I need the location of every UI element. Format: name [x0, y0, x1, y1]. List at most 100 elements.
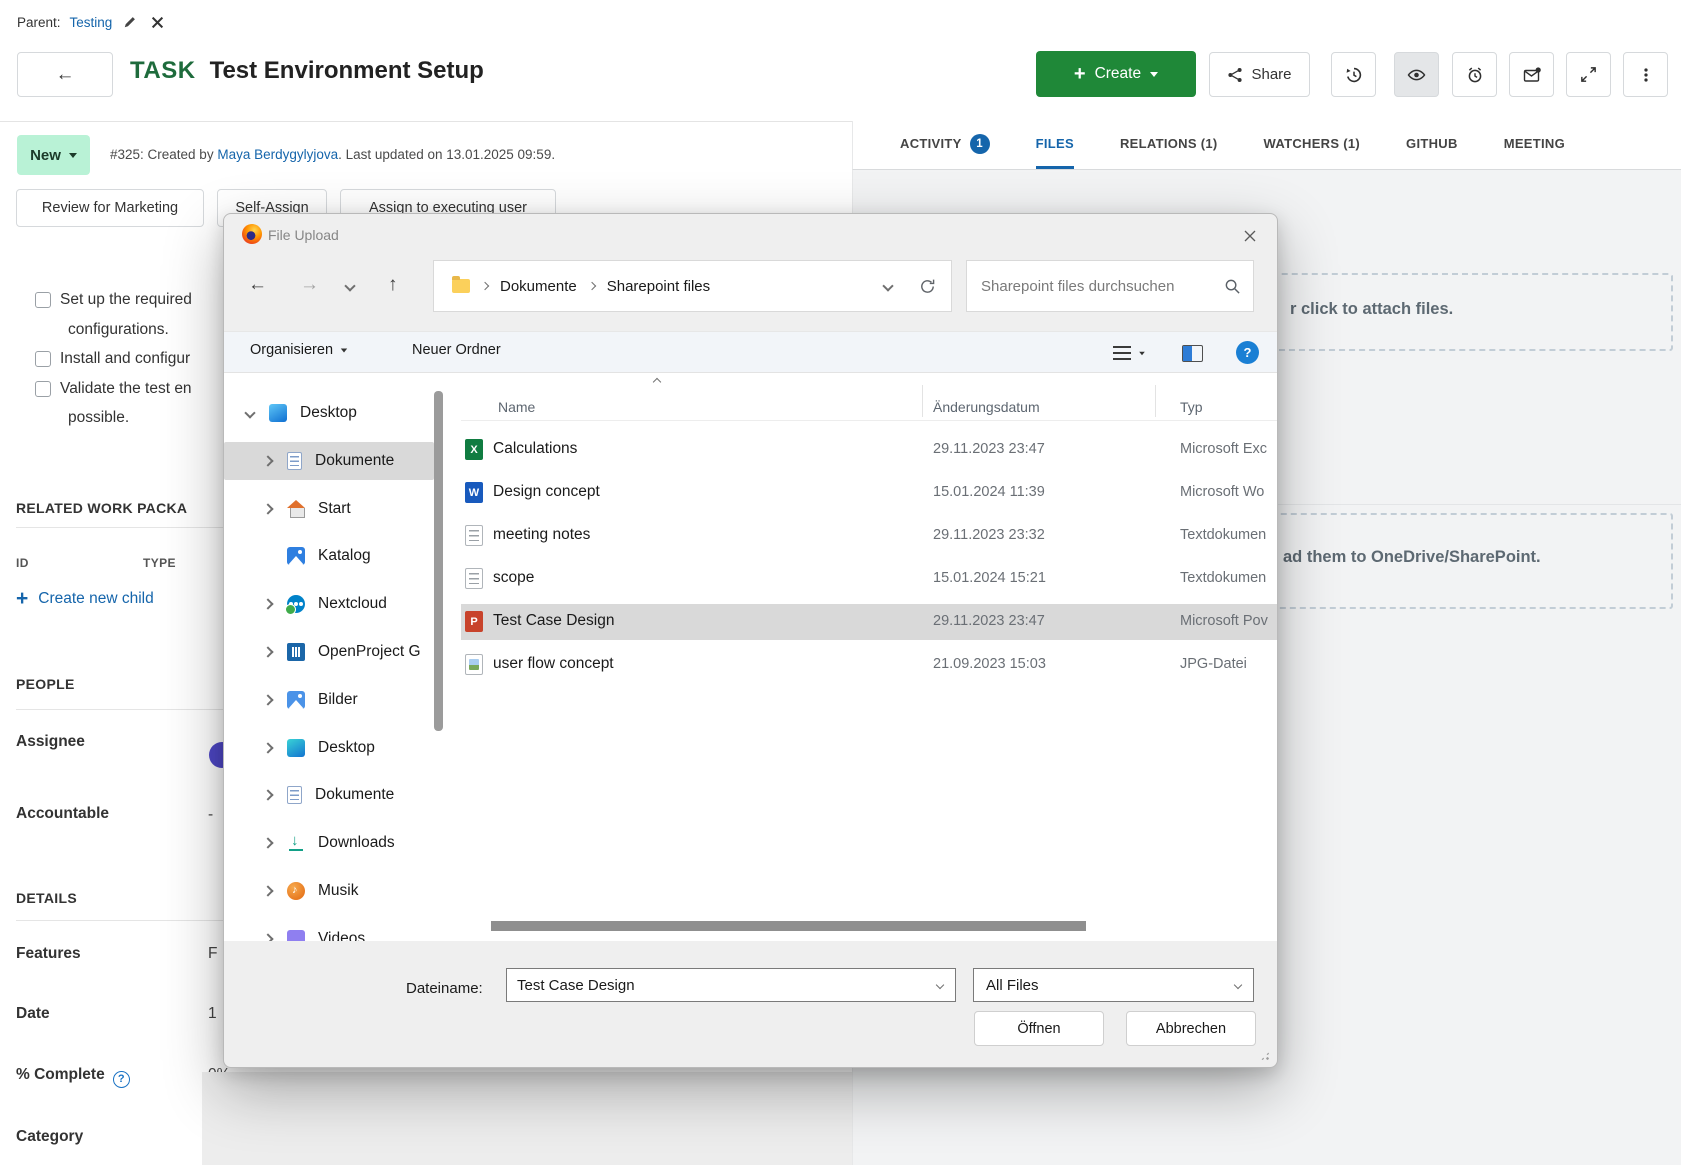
tree-item[interactable]: Nextcloud [224, 585, 434, 623]
remove-parent-icon[interactable] [148, 13, 166, 31]
address-dropdown-chevron[interactable] [882, 280, 893, 291]
author-link[interactable]: Maya Berdygylyjova [217, 147, 338, 162]
file-row[interactable]: scope 15.01.2024 15:21 Textdokumen [461, 561, 1278, 597]
column-divider[interactable] [1155, 385, 1156, 417]
tree-chevron-icon[interactable] [244, 407, 255, 418]
tree-item[interactable]: Dokumente [224, 442, 434, 480]
tab[interactable]: WATCHERS (1) [1264, 121, 1361, 169]
tree-item[interactable]: Dokumente [224, 776, 434, 814]
column-divider[interactable] [922, 385, 923, 417]
reminder-button[interactable] [1452, 52, 1497, 97]
file-row[interactable]: X Calculations 29.11.2023 23:47 Microsof… [461, 432, 1278, 468]
detail-value[interactable]: 1 [208, 1005, 217, 1023]
help-icon[interactable]: ? [113, 1071, 130, 1088]
tree-chevron-icon[interactable] [262, 646, 273, 657]
filename-input[interactable] [507, 977, 937, 994]
status-badge[interactable]: New [17, 135, 90, 175]
create-button[interactable]: + Create [1036, 51, 1196, 97]
tree-item[interactable]: Desktop [224, 394, 434, 432]
tab-bar: ACTIVITY 1 FILES RELATIONS (1) WATCHERS … [852, 121, 1681, 170]
tree-chevron-icon[interactable] [262, 837, 273, 848]
tree-chevron-icon[interactable] [262, 933, 273, 941]
tree-item[interactable]: Videos [224, 920, 434, 941]
tab[interactable]: MEETING [1504, 121, 1565, 169]
tab[interactable]: RELATIONS (1) [1120, 121, 1218, 169]
more-menu-button[interactable] [1623, 52, 1668, 97]
tree-item-icon [287, 691, 305, 709]
tree-item[interactable]: Start [224, 490, 434, 528]
back-button[interactable]: ← [17, 52, 113, 97]
tree-item[interactable]: Katalog [224, 537, 434, 575]
tree-item-icon [287, 547, 305, 565]
expand-icon [1579, 65, 1598, 84]
parent-link[interactable]: Testing [70, 15, 113, 30]
tab[interactable]: GITHUB [1406, 121, 1458, 169]
tree-chevron-icon[interactable] [262, 598, 273, 609]
watch-button[interactable] [1394, 52, 1439, 97]
activity-history-button[interactable] [1331, 52, 1376, 97]
organize-button[interactable]: Organisieren [250, 342, 348, 358]
filetype-select[interactable]: All Files [973, 968, 1254, 1002]
new-folder-button[interactable]: Neuer Ordner [412, 342, 501, 358]
file-row[interactable]: W Design concept 15.01.2024 11:39 Micros… [461, 475, 1278, 511]
tree-chevron-icon[interactable] [262, 885, 273, 896]
tab[interactable]: ACTIVITY 1 [900, 121, 990, 169]
checkbox[interactable] [35, 292, 51, 308]
tree-item[interactable]: Bilder [224, 681, 434, 719]
tree-chevron-icon[interactable] [262, 742, 273, 753]
tree-chevron-icon[interactable] [262, 503, 273, 514]
file-row[interactable]: user flow concept 21.09.2023 15:03 JPG-D… [461, 647, 1278, 683]
file-row[interactable]: meeting notes 29.11.2023 23:32 Textdokum… [461, 518, 1278, 554]
nav-up-button[interactable]: ↑ [388, 274, 398, 297]
tab[interactable]: FILES [1036, 121, 1074, 169]
file-type-icon [465, 525, 483, 546]
search-field[interactable] [966, 260, 1254, 312]
open-button[interactable]: Öffnen [974, 1011, 1104, 1046]
breadcrumb-sharepoint-files[interactable]: Sharepoint files [607, 278, 710, 295]
chevron-down-icon [341, 348, 347, 352]
breadcrumb-dokumente[interactable]: Dokumente [500, 278, 577, 295]
search-input[interactable] [981, 278, 1224, 295]
fullscreen-button[interactable] [1566, 52, 1611, 97]
nav-forward-button[interactable]: → [300, 274, 319, 297]
create-child-link[interactable]: + Create new child [16, 588, 154, 609]
address-bar[interactable]: Dokumente Sharepoint files [433, 260, 952, 312]
file-row[interactable]: P Test Case Design 29.11.2023 23:47 Micr… [461, 604, 1278, 640]
tree-item-label: Bilder [318, 691, 358, 709]
share-button[interactable]: Share [1209, 52, 1310, 97]
sort-ascending-icon [653, 378, 661, 386]
accountable-value[interactable]: - [208, 806, 213, 824]
column-header-type[interactable]: Typ [1180, 399, 1203, 415]
workflow-action-button[interactable]: Review for Marketing [16, 189, 204, 227]
preview-pane-button[interactable] [1182, 345, 1203, 362]
edit-parent-icon[interactable] [121, 13, 139, 31]
tree-item[interactable]: Downloads [224, 824, 434, 862]
column-header-name[interactable]: Name [498, 399, 535, 415]
notification-settings-button[interactable] [1509, 52, 1554, 97]
related-heading: RELATED WORK PACKA [16, 500, 187, 516]
recent-locations-chevron[interactable] [344, 280, 355, 291]
detail-label: Features [16, 945, 81, 962]
column-header-date[interactable]: Änderungsdatum [933, 399, 1040, 415]
tree-chevron-icon[interactable] [262, 789, 273, 800]
nav-back-button[interactable]: ← [248, 274, 267, 297]
tree-item[interactable]: Desktop [224, 729, 434, 767]
detail-value[interactable]: F [208, 945, 217, 963]
dialog-title: File Upload [268, 227, 339, 243]
view-mode-button[interactable] [1113, 346, 1146, 360]
tree-chevron-icon[interactable] [262, 455, 273, 466]
filename-combobox[interactable] [506, 968, 956, 1002]
close-icon[interactable] [1237, 224, 1263, 248]
help-button[interactable]: ? [1236, 341, 1259, 364]
resize-grip[interactable] [1260, 1051, 1270, 1061]
refresh-icon[interactable] [918, 277, 937, 296]
tree-scrollbar[interactable] [434, 391, 443, 731]
tree-item[interactable]: Musik [224, 872, 434, 910]
checkbox[interactable] [35, 351, 51, 367]
cancel-button[interactable]: Abbrechen [1126, 1011, 1256, 1046]
tree-item[interactable]: OpenProject G [224, 633, 434, 671]
checkbox[interactable] [35, 381, 51, 397]
horizontal-scrollbar[interactable] [491, 921, 1086, 931]
file-type-icon [465, 568, 483, 589]
tree-chevron-icon[interactable] [262, 694, 273, 705]
